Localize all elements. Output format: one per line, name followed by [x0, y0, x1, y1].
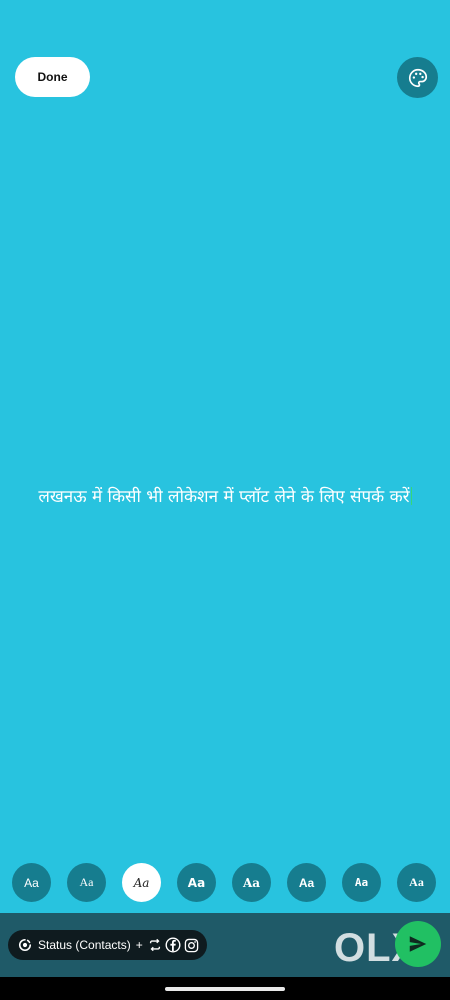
palette-icon: [408, 68, 427, 87]
font-option-7[interactable]: Aa: [342, 863, 381, 902]
send-button[interactable]: [395, 921, 441, 967]
status-ring-icon: [18, 938, 32, 952]
facebook-icon: [165, 937, 181, 953]
font-option-4[interactable]: Aa: [177, 863, 216, 902]
font-option-1[interactable]: Aa: [12, 863, 51, 902]
font-option-8[interactable]: Aa: [397, 863, 436, 902]
status-text-input[interactable]: लखनऊ में किसी भी लोकेशन में प्लॉट लेने क…: [20, 483, 430, 512]
font-option-5[interactable]: Aa: [232, 863, 271, 902]
repost-icon: [148, 938, 162, 952]
bottom-bar: Status (Contacts) + OLX: [0, 913, 450, 977]
plus-sign: +: [135, 938, 143, 952]
font-picker: Aa Aa Aa Aa Aa Aa Aa Aa: [0, 863, 450, 903]
text-caret: [410, 487, 412, 505]
font-option-3-selected[interactable]: Aa: [122, 863, 161, 902]
instagram-icon: [184, 938, 199, 953]
home-indicator[interactable]: [165, 987, 285, 991]
send-icon: [409, 936, 427, 952]
font-option-6[interactable]: Aa: [287, 863, 326, 902]
palette-button[interactable]: [397, 57, 438, 98]
status-text: लखनऊ में किसी भी लोकेशन में प्लॉट लेने क…: [38, 487, 410, 507]
audience-label: Status (Contacts): [38, 938, 131, 952]
done-button[interactable]: Done: [15, 57, 90, 97]
navigation-bar: [0, 977, 450, 1000]
font-option-2[interactable]: Aa: [67, 863, 106, 902]
audience-selector[interactable]: Status (Contacts) +: [8, 930, 207, 960]
status-editor-screen: Done लखनऊ में किसी भी लोकेशन में प्लॉट ल…: [0, 0, 450, 1000]
